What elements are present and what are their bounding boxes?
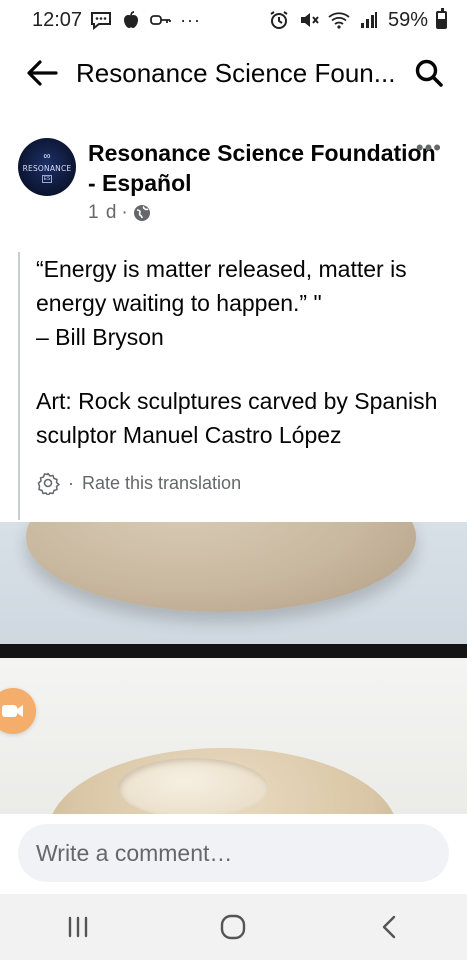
battery-icon: [436, 8, 447, 29]
meta-separator: ·: [121, 202, 129, 223]
mute-icon: [298, 9, 320, 31]
avatar-brand-text: RESONANCE: [22, 163, 72, 173]
home-button[interactable]: [203, 902, 263, 952]
recent-apps-icon: [68, 916, 88, 938]
top-app-bar: Resonance Science Foun...: [0, 44, 467, 102]
home-icon: [221, 914, 246, 940]
video-camera-icon: [2, 705, 23, 717]
back-button[interactable]: [22, 53, 62, 93]
post-image-top[interactable]: [0, 522, 467, 644]
status-bar-right: 59%: [268, 8, 447, 32]
system-back-button[interactable]: [359, 902, 419, 952]
post-header: ∞ RESONANCE ES Resonance Science Foundat…: [18, 137, 448, 228]
back-icon: [382, 915, 396, 939]
more-notifications: ···: [180, 9, 202, 30]
chat-icon: [90, 9, 112, 31]
quote-author: – Bill Bryson: [36, 324, 164, 350]
signal-icon: [358, 9, 380, 31]
comment-bar: [0, 814, 467, 894]
arrow-left-icon: [27, 60, 58, 86]
post-time[interactable]: 1 d: [88, 202, 117, 224]
post-image-bottom[interactable]: [0, 658, 467, 814]
image-divider: [0, 644, 467, 658]
gear-icon[interactable]: [36, 471, 60, 495]
carved-detail-image: [118, 758, 268, 814]
search-button[interactable]: [409, 53, 449, 93]
globe-icon: [133, 205, 150, 221]
rock-sculpture-image: [26, 522, 416, 612]
comment-input[interactable]: [18, 824, 449, 882]
apple-icon: [120, 9, 142, 31]
system-navigation-bar: [0, 894, 467, 960]
wifi-icon: [328, 9, 350, 31]
infinity-logo-icon: ∞: [43, 150, 51, 162]
status-bar-left: 12:07 ···: [32, 9, 201, 32]
page-title: Resonance Science Foun...: [76, 57, 396, 88]
recent-apps-button[interactable]: [48, 902, 108, 952]
status-bar: 12:07 ··· 59%: [0, 0, 467, 40]
alarm-icon: [268, 9, 290, 31]
post-meta: 1 d ·: [88, 202, 151, 224]
avatar-badge: ES: [41, 174, 53, 183]
quote-text: “Energy is matter released, matter is en…: [36, 256, 407, 316]
art-caption: Art: Rock sculptures carved by Spanish s…: [36, 388, 438, 448]
rate-translation: · Rate this translation: [36, 466, 448, 500]
rate-translation-link[interactable]: Rate this translation: [82, 466, 241, 500]
battery-percent: 59%: [387, 8, 428, 31]
more-options-button[interactable]: •••: [416, 137, 442, 159]
key-icon: [150, 9, 172, 31]
search-icon: [415, 59, 443, 87]
avatar[interactable]: ∞ RESONANCE ES: [18, 138, 76, 196]
clock: 12:07: [32, 8, 83, 31]
page-name-link[interactable]: Resonance Science Foundation - Español: [88, 138, 448, 198]
battery-level: [438, 18, 445, 27]
rate-separator: ·: [68, 473, 74, 493]
post-body: “Energy is matter released, matter is en…: [18, 252, 448, 520]
